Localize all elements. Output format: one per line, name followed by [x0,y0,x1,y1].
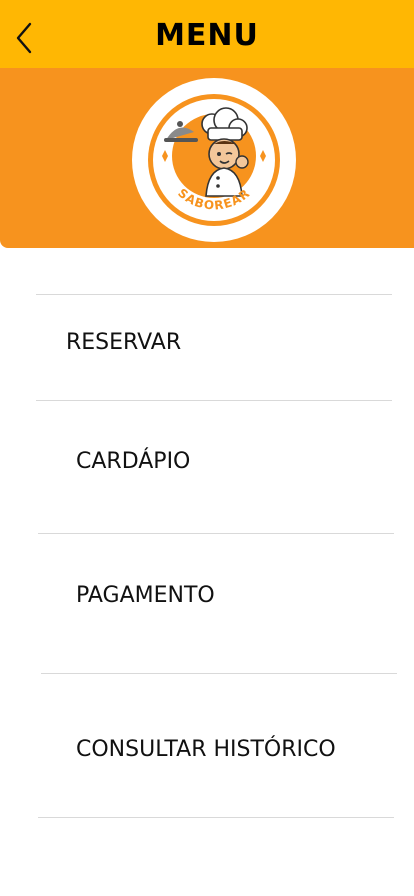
menu-divider [41,673,397,674]
menu-item-cardapio[interactable]: CARDÁPIO [76,448,190,476]
menu-item-reservar[interactable]: RESERVAR [66,329,181,357]
page-title: MENU [155,18,259,53]
hero-banner: SABOREAR [0,68,414,248]
menu-divider [38,533,394,534]
top-bar: MENU [0,0,414,68]
menu-item-pagamento[interactable]: PAGAMENTO [76,582,215,610]
menu-divider [36,294,392,295]
menu-divider [38,817,394,818]
chef-mascot-logo-icon: SABOREAR [132,78,296,242]
menu-divider [36,400,392,401]
menu-item-consultar-historico[interactable]: CONSULTAR HISTÓRICO [76,736,336,764]
saborear-logo: SABOREAR [132,78,296,242]
menu-screen: MENU SABOREAR RESERVAR CARDÁPIO PAGAMENT… [0,0,414,896]
